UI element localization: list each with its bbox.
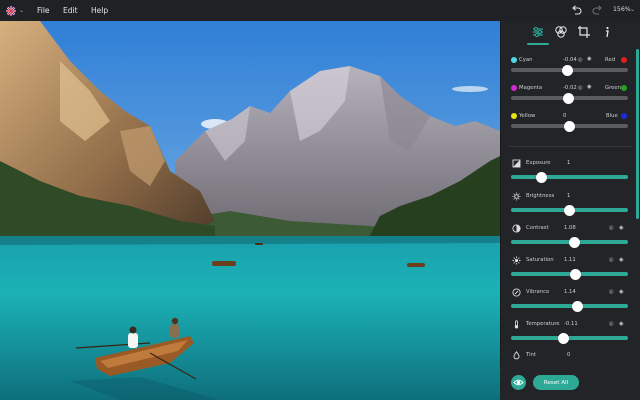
- adjustment-value: 0: [567, 352, 571, 358]
- eye-icon[interactable]: ◉: [619, 225, 624, 231]
- menu-help[interactable]: Help: [91, 6, 108, 15]
- color-balance-slider-knob[interactable]: [561, 64, 573, 76]
- color-left-swatch: [511, 57, 517, 63]
- temperature-icon: [514, 320, 519, 329]
- color-left-label: Yellow: [519, 112, 536, 119]
- color-right-label: Blue: [606, 112, 618, 119]
- panel-scrollbar[interactable]: [636, 49, 639, 219]
- color-right-swatch: [621, 113, 627, 119]
- photo-canvas[interactable]: [0, 21, 500, 400]
- color-right-swatch: [621, 57, 627, 63]
- color-balance-value: 0: [563, 112, 567, 119]
- reset-value-icon[interactable]: ◎: [609, 257, 614, 263]
- adjustment-label: Vibrance: [526, 289, 550, 295]
- color-balance-slider-knob[interactable]: [562, 92, 574, 104]
- color-left-swatch: [511, 113, 517, 119]
- menu-bar: ⌄ File Edit Help 156% ⌄: [0, 0, 640, 21]
- reset-value-icon[interactable]: ◎: [578, 85, 583, 91]
- adjustment-slider-knob[interactable]: [535, 171, 547, 183]
- language-dropdown-chevron-icon[interactable]: ⌄: [19, 7, 24, 14]
- adjustment-slider-knob[interactable]: [572, 300, 584, 312]
- preview-toggle-button[interactable]: [511, 375, 526, 390]
- color-left-label: Cyan: [519, 56, 533, 63]
- uk-flag-icon[interactable]: [6, 6, 16, 16]
- adjustment-label: Saturation: [526, 257, 554, 263]
- adjustment-label: Exposure: [526, 160, 551, 166]
- adjustment-label: Contrast: [526, 225, 549, 231]
- photo-editor-app: ⌄ File Edit Help 156% ⌄ Cyan -0.04 ◎ ◉ R…: [0, 0, 640, 400]
- menu-file[interactable]: File: [37, 6, 50, 15]
- filters-icon[interactable]: [554, 25, 568, 39]
- adjustment-label: Tint: [526, 352, 536, 358]
- exposure-icon: [512, 159, 521, 168]
- brightness-icon: [512, 192, 521, 201]
- color-right-swatch: [621, 85, 627, 91]
- zoom-level[interactable]: 156%: [613, 6, 631, 13]
- adjustment-label: Brightness: [526, 193, 555, 199]
- redo-icon[interactable]: [592, 5, 603, 15]
- crop-icon[interactable]: [577, 25, 591, 39]
- menu-edit[interactable]: Edit: [63, 6, 78, 15]
- adjustment-label: Temperature: [526, 321, 560, 327]
- reset-value-icon[interactable]: ◎: [578, 57, 583, 63]
- adjustment-value: 1.11: [564, 257, 576, 263]
- adjustments-icon[interactable]: [531, 25, 545, 39]
- color-balance-value: -0.02: [563, 84, 577, 91]
- adjustment-slider-knob[interactable]: [557, 332, 569, 344]
- vibrance-icon: [512, 288, 521, 297]
- color-left-swatch: [511, 85, 517, 91]
- adjustment-slider-track[interactable]: [511, 304, 628, 308]
- tint-icon: [513, 351, 520, 360]
- reset-all-button[interactable]: Reset All: [533, 375, 579, 390]
- reset-value-icon[interactable]: ◎: [609, 225, 614, 231]
- reset-value-icon[interactable]: ◎: [609, 321, 614, 327]
- color-right-label: Red: [605, 56, 616, 63]
- eye-icon[interactable]: ◉: [587, 56, 592, 62]
- contrast-icon: [512, 224, 521, 233]
- undo-icon[interactable]: [571, 5, 582, 15]
- adjustment-value: -0.11: [564, 321, 578, 327]
- adjustment-slider-knob[interactable]: [564, 204, 575, 216]
- adjustment-slider-track[interactable]: [511, 336, 628, 340]
- panel-divider: [508, 146, 632, 147]
- color-right-label: Green: [605, 84, 622, 91]
- saturation-icon: [512, 256, 521, 265]
- zoom-dropdown-chevron-icon[interactable]: ⌄: [630, 6, 635, 13]
- color-balance-value: -0.04: [563, 56, 577, 63]
- eye-icon[interactable]: ◉: [587, 84, 592, 90]
- info-icon[interactable]: [600, 25, 614, 39]
- eye-icon[interactable]: ◉: [619, 257, 624, 263]
- adjustment-slider-knob[interactable]: [570, 268, 582, 280]
- adjustment-value: 1: [567, 160, 571, 166]
- eye-icon[interactable]: ◉: [619, 321, 624, 327]
- eye-icon: [513, 379, 524, 386]
- adjustment-slider-knob[interactable]: [568, 236, 580, 248]
- eye-icon[interactable]: ◉: [619, 289, 624, 295]
- color-left-label: Magenta: [519, 84, 543, 91]
- lake-mountain-photo: [0, 21, 500, 400]
- color-balance-slider-knob[interactable]: [564, 120, 575, 132]
- adjustment-value: 1.14: [564, 289, 576, 295]
- adjustment-slider-track[interactable]: [511, 175, 628, 179]
- active-tab-indicator: [527, 43, 549, 45]
- adjustment-value: 1.08: [564, 225, 576, 231]
- adjustment-value: 1: [567, 193, 571, 199]
- reset-value-icon[interactable]: ◎: [609, 289, 614, 295]
